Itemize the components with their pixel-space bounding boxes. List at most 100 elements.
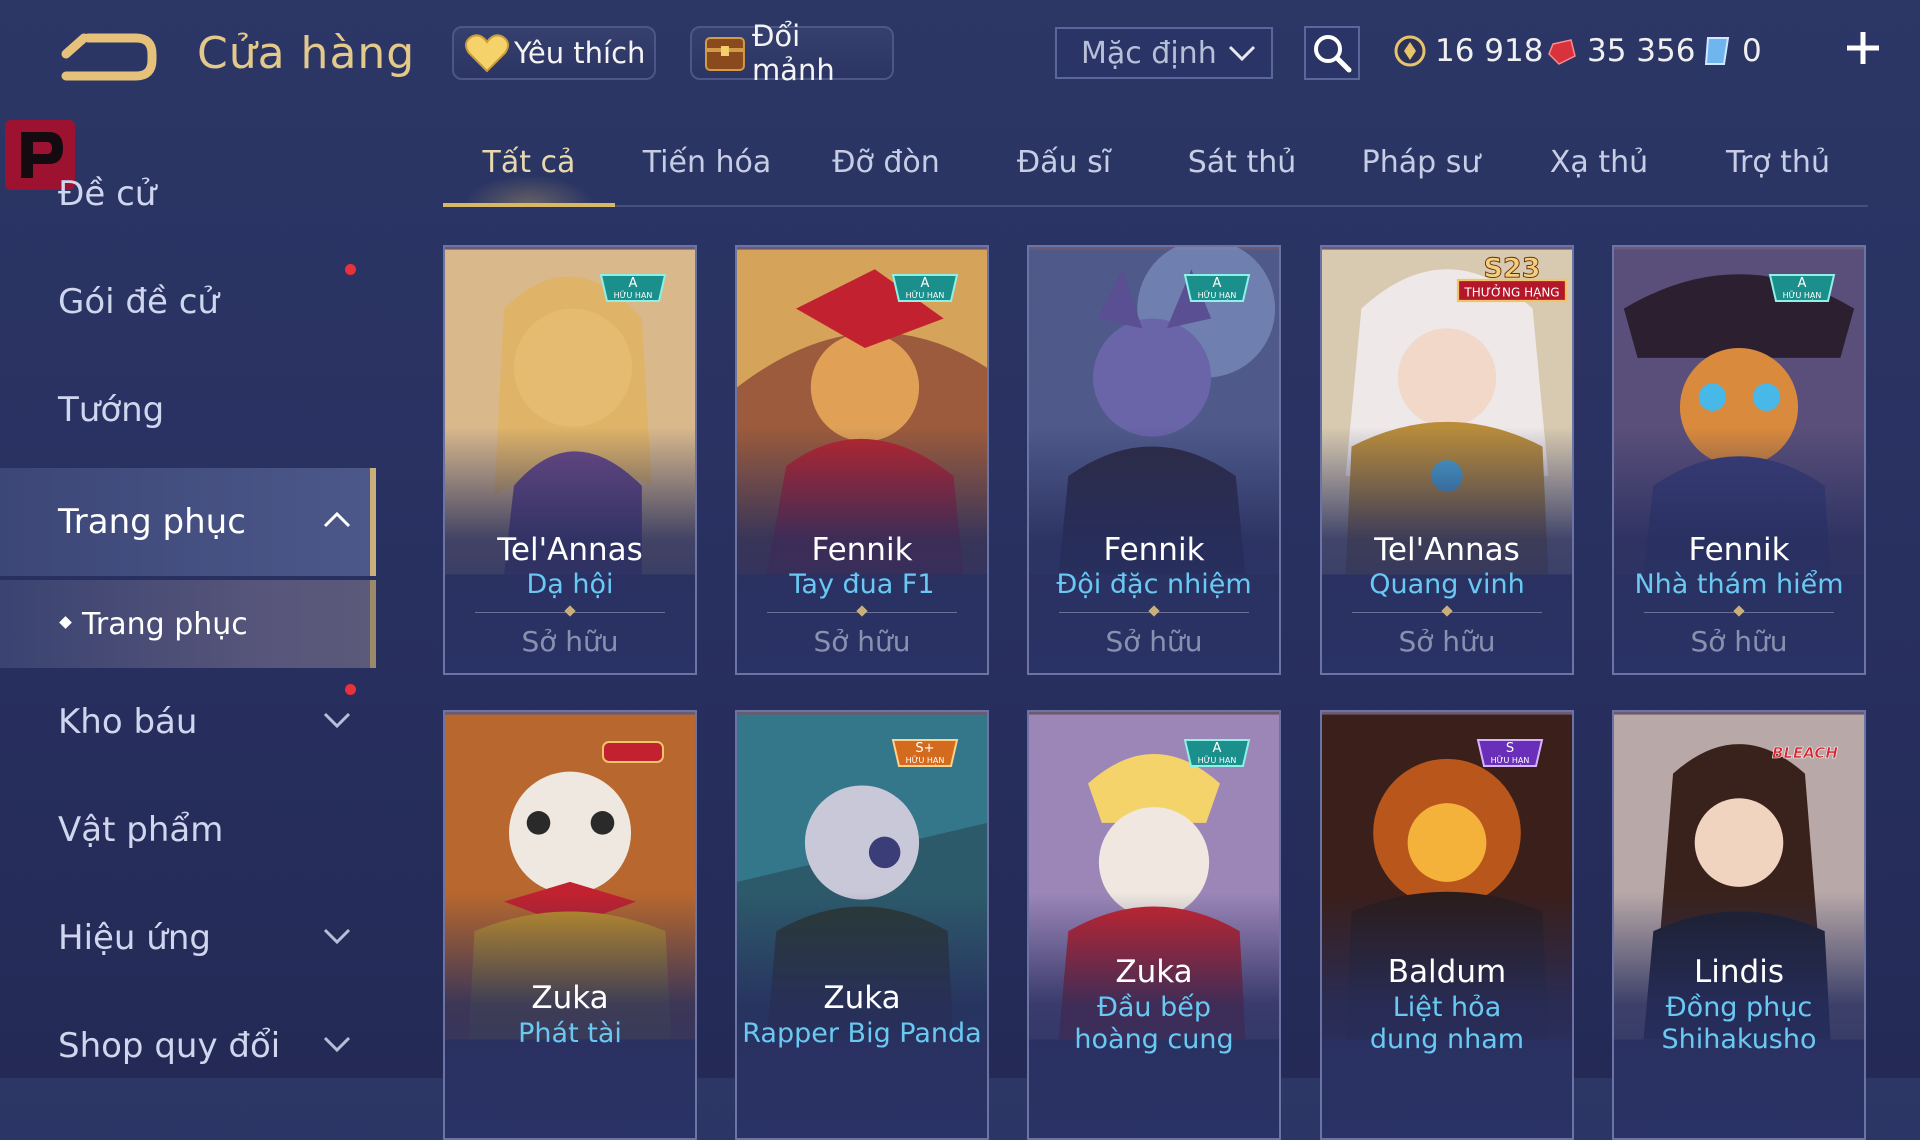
- sidebar-item-label: Hiệu ứng: [58, 918, 211, 958]
- skin-card[interactable]: S23 THƯỞNG HẠNG Tel'Annas Quang vinh Sở …: [1320, 245, 1574, 675]
- skin-card[interactable]: BLEACH Lindis Đồng phục Shihakusho: [1612, 710, 1866, 1140]
- divider: [767, 612, 957, 613]
- category-tabs: Tất cả Tiến hóa Đỡ đòn Đấu sĩ Sát thủ Ph…: [443, 135, 1868, 207]
- hero-name: Fennik: [811, 532, 913, 568]
- sidebar-item-label: Tướng: [58, 390, 165, 430]
- hero-name: Tel'Annas: [497, 532, 643, 568]
- skin-card[interactable]: A HỮU HẠN Fennik Đội đặc nhiệm Sở hữu: [1027, 245, 1281, 675]
- exchange-fragments-button[interactable]: Đổi mảnh: [690, 19, 894, 87]
- skin-name: Đội đặc nhiệm: [1056, 569, 1252, 600]
- favorites-label: Yêu thích: [514, 36, 646, 70]
- tab-marksman[interactable]: Xạ thủ: [1513, 145, 1685, 203]
- skin-card[interactable]: A HỮU HẠN Fennik Tay đua F1 Sở hữu: [735, 245, 989, 675]
- sidebar-item-effects[interactable]: Hiệu ứng: [0, 884, 376, 992]
- sidebar-item-featured-bundles[interactable]: Gói đề cử: [0, 248, 376, 356]
- sidebar-item-label: Kho báu: [58, 702, 198, 742]
- sidebar-item-treasure[interactable]: Kho báu: [0, 668, 376, 776]
- svg-text:HỮU HẠN: HỮU HẠN: [1198, 754, 1237, 766]
- tab-support[interactable]: Trợ thủ: [1692, 145, 1864, 203]
- divider: [1644, 612, 1834, 613]
- owned-status: Sở hữu: [813, 625, 911, 658]
- plus-icon[interactable]: [1843, 28, 1883, 68]
- ruby-icon: [1548, 39, 1576, 65]
- svg-text:S23: S23: [1483, 253, 1540, 284]
- tab-assassin[interactable]: Sát thủ: [1156, 145, 1328, 203]
- owned-status: Sở hữu: [521, 625, 619, 658]
- sort-value: Mặc định: [1081, 35, 1217, 71]
- rank-splus-badge: S+ HỮU HẠN: [891, 739, 959, 767]
- hero-name: Tel'Annas: [1374, 532, 1520, 568]
- ruby-amount: 35 356: [1587, 33, 1696, 69]
- divider: [1059, 612, 1249, 613]
- bleach-collab-badge: BLEACH: [1772, 744, 1839, 763]
- hero-name: Zuka: [531, 980, 609, 1016]
- svg-text:S: S: [1506, 741, 1514, 756]
- svg-text:HỮU HẠN: HỮU HẠN: [614, 289, 653, 301]
- owned-status: Sở hữu: [1105, 625, 1203, 658]
- ruby-currency: 35 356: [1545, 26, 1695, 76]
- tab-all[interactable]: Tất cả: [443, 145, 615, 207]
- back-arrow-icon[interactable]: [58, 30, 158, 86]
- skin-card[interactable]: S HỮU HẠN Baldum Liệt hỏa dung nham: [1320, 710, 1574, 1140]
- chevron-up-icon: [323, 511, 351, 528]
- event-badge: [602, 741, 664, 763]
- rank-a-badge: A HỮU HẠN: [891, 274, 959, 302]
- sidebar-item-featured[interactable]: Đề cử: [0, 140, 376, 248]
- svg-text:BLEACH: BLEACH: [1772, 744, 1838, 762]
- sidebar-item-label: Gói đề cử: [58, 282, 219, 322]
- tab-tank[interactable]: Đỡ đòn: [800, 145, 972, 203]
- search-button[interactable]: [1304, 26, 1360, 80]
- bullet-icon: [59, 616, 72, 629]
- sidebar-item-items[interactable]: Vật phẩm: [0, 776, 376, 884]
- rank-a-badge: A HỮU HẠN: [1183, 274, 1251, 302]
- skin-name: Nhà thám hiểm: [1634, 569, 1844, 600]
- tab-evolution[interactable]: Tiến hóa: [621, 145, 793, 203]
- rank-s-badge: S HỮU HẠN: [1476, 739, 1544, 767]
- svg-text:HỮU HẠN: HỮU HẠN: [1491, 754, 1530, 766]
- rank-a-badge: A HỮU HẠN: [599, 274, 667, 302]
- sidebar-item-label: Shop quy đổi: [58, 1026, 281, 1066]
- svg-text:S+: S+: [915, 741, 934, 756]
- favorites-button[interactable]: Yêu thích: [452, 26, 656, 80]
- sidebar-item-skins[interactable]: Trang phục: [0, 468, 376, 576]
- voucher-amount: 0: [1742, 33, 1762, 69]
- sidebar-item-exchange-shop[interactable]: Shop quy đổi: [0, 992, 376, 1100]
- svg-text:THƯỞNG HẠNG: THƯỞNG HẠNG: [1463, 284, 1559, 300]
- skin-card[interactable]: A HỮU HẠN Tel'Annas Dạ hội Sở hữu: [443, 245, 697, 675]
- sort-dropdown[interactable]: Mặc định: [1055, 27, 1273, 79]
- skin-name: Quang vinh: [1369, 569, 1525, 600]
- chest-icon: [704, 37, 745, 71]
- skin-name: Tay đua F1: [789, 569, 935, 600]
- hero-name: Baldum: [1387, 954, 1507, 990]
- skin-name: Đầu bếp hoàng cung: [1074, 992, 1234, 1055]
- skin-name: Dạ hội: [526, 569, 614, 600]
- skin-card[interactable]: A HỮU HẠN Fennik Nhà thám hiểm Sở hữu: [1612, 245, 1866, 675]
- chevron-down-icon: [323, 1036, 351, 1053]
- svg-text:A: A: [921, 276, 930, 291]
- owned-status: Sở hữu: [1690, 625, 1788, 658]
- svg-text:A: A: [1798, 276, 1807, 291]
- tab-fighter[interactable]: Đấu sĩ: [978, 145, 1150, 203]
- hero-name: Zuka: [823, 980, 901, 1016]
- owned-status: Sở hữu: [1398, 625, 1496, 658]
- gold-coin-icon: [1394, 35, 1426, 67]
- skin-card[interactable]: Zuka Phát tài: [443, 710, 697, 1140]
- hero-name: Fennik: [1103, 532, 1205, 568]
- svg-text:HỮU HẠN: HỮU HẠN: [1198, 289, 1237, 301]
- skin-card[interactable]: A HỮU HẠN Zuka Đầu bếp hoàng cung: [1027, 710, 1281, 1140]
- svg-text:A: A: [1213, 276, 1222, 291]
- sidebar-item-heroes[interactable]: Tướng: [0, 356, 376, 464]
- svg-text:HỮU HẠN: HỮU HẠN: [1783, 289, 1822, 301]
- sidebar-item-label: Đề cử: [58, 174, 157, 214]
- svg-text:A: A: [1213, 741, 1222, 756]
- svg-text:HỮU HẠN: HỮU HẠN: [906, 754, 945, 766]
- hero-name: Lindis: [1694, 954, 1784, 990]
- sidebar-subitem-label: Trang phục: [82, 606, 248, 642]
- skin-card[interactable]: S+ HỮU HẠN Zuka Rapper Big Panda: [735, 710, 989, 1140]
- season-rank-badge: S23 THƯỞNG HẠNG: [1456, 253, 1568, 303]
- chevron-down-icon: [323, 712, 351, 729]
- skin-name: Phát tài: [518, 1018, 622, 1049]
- tab-mage[interactable]: Pháp sư: [1335, 145, 1507, 203]
- sidebar-subitem-skins[interactable]: Trang phục: [0, 580, 376, 668]
- divider: [475, 612, 665, 613]
